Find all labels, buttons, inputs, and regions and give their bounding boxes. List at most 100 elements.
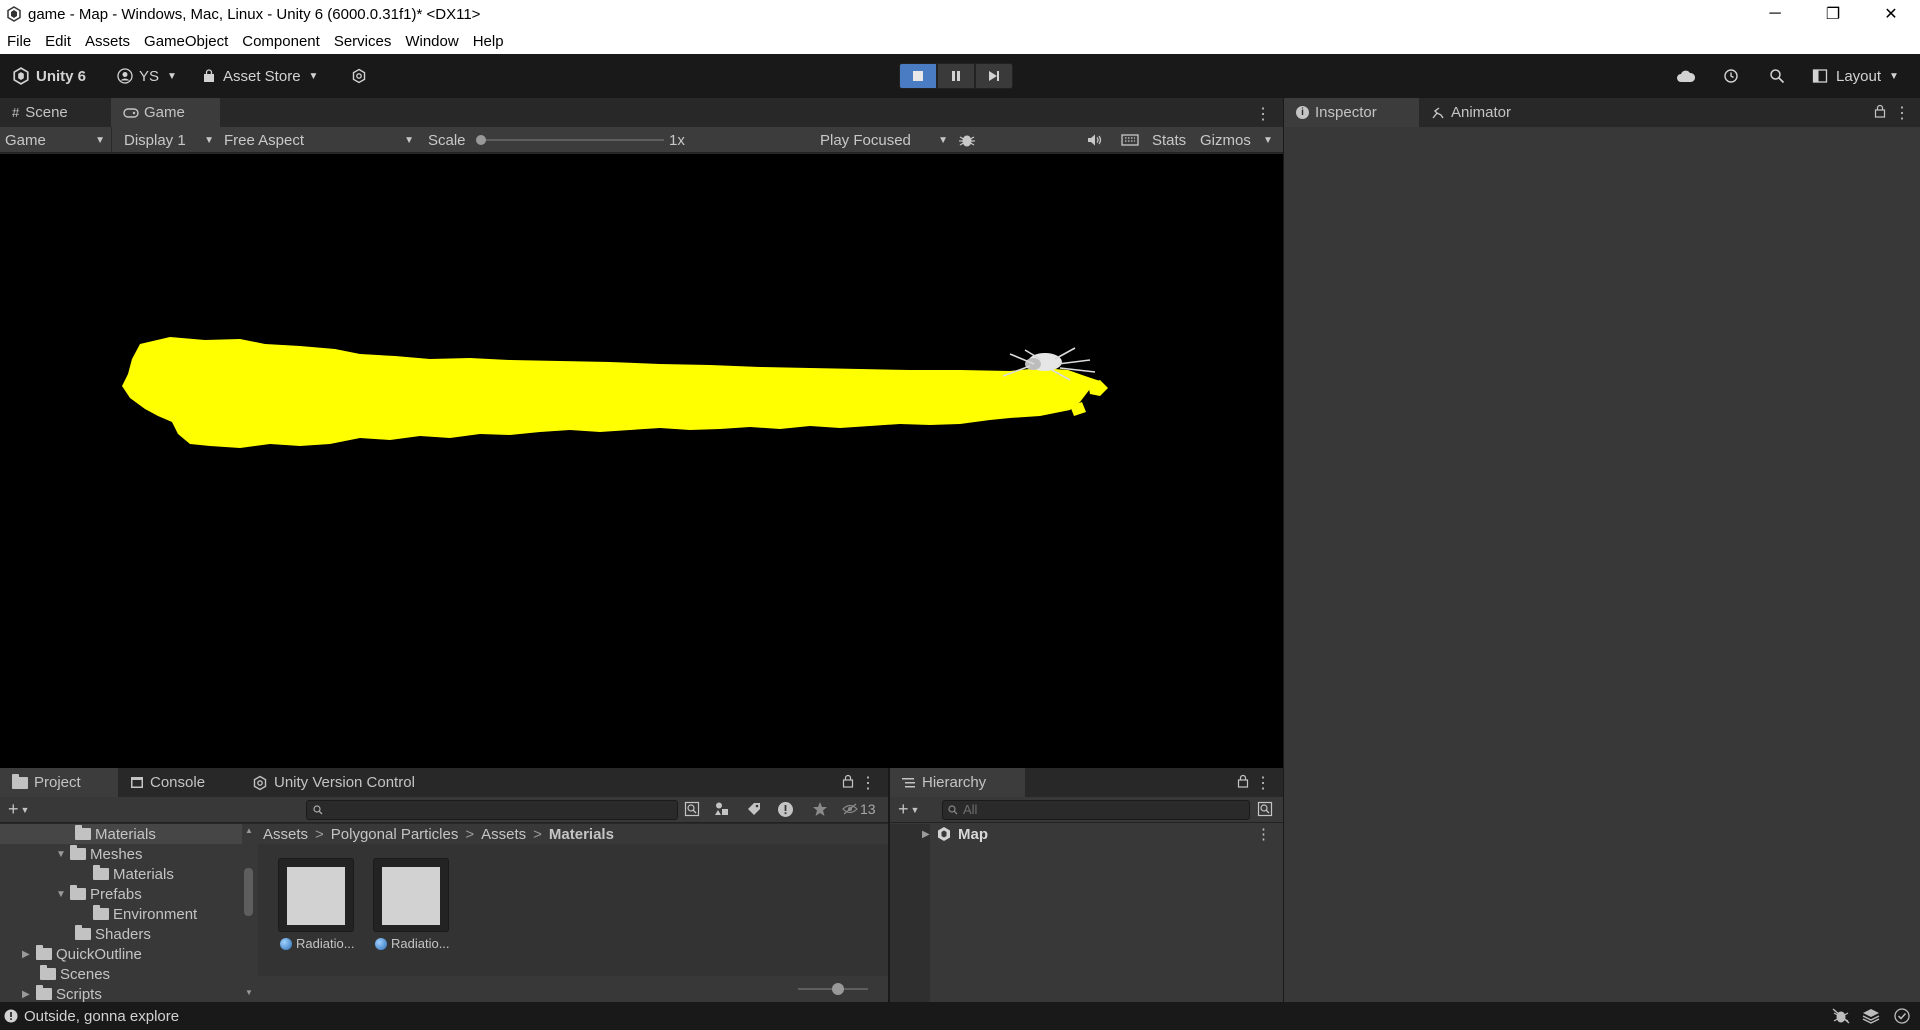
log-types-button[interactable] <box>777 801 794 822</box>
play-button[interactable] <box>899 63 937 89</box>
menu-window[interactable]: Window <box>405 33 458 50</box>
tab-hierarchy[interactable]: Hierarchy <box>890 768 1025 797</box>
asset-tile[interactable] <box>278 858 354 932</box>
tree-item[interactable]: Materials <box>0 824 242 844</box>
asset-tile[interactable] <box>373 858 449 932</box>
hierarchy-search-input[interactable]: All <box>942 800 1250 820</box>
shortcuts-button[interactable] <box>1121 127 1139 153</box>
lock-icon[interactable] <box>842 774 854 792</box>
cache-server-button[interactable] <box>1862 1008 1880 1028</box>
tree-item[interactable]: ▶ Scripts <box>0 984 102 1002</box>
panel-menu-icon[interactable]: ⋮ <box>860 773 876 793</box>
debug-button[interactable] <box>958 127 976 153</box>
menu-gameobject[interactable]: GameObject <box>144 33 228 50</box>
scene-row[interactable]: ▶ Map ⋮ <box>922 824 1283 844</box>
breadcrumb-item[interactable]: Assets <box>263 826 308 843</box>
tab-scene[interactable]: # Scene <box>0 98 111 127</box>
chevron-down-icon: ▼ <box>404 134 414 146</box>
panel-menu-icon[interactable]: ⋮ <box>1255 773 1271 793</box>
game-mode-dropdown[interactable]: Game ▼ <box>0 127 112 153</box>
tree-item-label: Environment <box>113 905 198 923</box>
menu-help[interactable]: Help <box>473 33 504 50</box>
tree-item[interactable]: ▼ Meshes <box>0 844 143 864</box>
tree-item[interactable]: ▼ Prefabs <box>0 884 142 904</box>
search-options-button[interactable] <box>1257 801 1273 821</box>
status-bar: Outside, gonna explore <box>0 1002 1920 1030</box>
tree-scrollbar[interactable]: ▲ ▼ <box>242 824 256 1002</box>
keyboard-icon <box>1121 134 1139 146</box>
tab-inspector[interactable]: i Inspector <box>1284 98 1419 127</box>
favorites-button[interactable] <box>812 801 828 821</box>
menu-edit[interactable]: Edit <box>45 33 71 50</box>
expand-arrow-icon[interactable]: ▼ <box>56 889 70 900</box>
search-button[interactable] <box>1769 64 1785 88</box>
hidden-packages-toggle[interactable]: 13 <box>842 801 876 817</box>
tree-item[interactable]: ▶ QuickOutline <box>0 944 142 964</box>
aspect-dropdown[interactable]: Free Aspect ▼ <box>220 127 420 153</box>
expand-arrow-icon[interactable]: ▼ <box>56 849 70 860</box>
breadcrumb-item[interactable]: Polygonal Particles <box>331 826 459 843</box>
lock-icon[interactable] <box>1874 104 1886 122</box>
tab-console[interactable]: Console <box>118 768 240 797</box>
status-message[interactable]: Outside, gonna explore <box>24 1008 179 1025</box>
panel-menu-icon[interactable]: ⋮ <box>1894 103 1910 123</box>
menu-file[interactable]: File <box>7 33 31 50</box>
close-button[interactable]: ✕ <box>1862 0 1920 28</box>
add-button[interactable]: + ▼ <box>8 799 29 820</box>
tree-item[interactable]: Environment <box>0 904 197 924</box>
tree-item[interactable]: Materials <box>0 864 174 884</box>
account-dropdown[interactable]: YS ▼ <box>117 64 177 88</box>
tree-item[interactable]: Shaders <box>0 924 151 944</box>
layout-icon <box>1812 69 1828 83</box>
menu-component[interactable]: Component <box>242 33 320 50</box>
display-dropdown[interactable]: Display 1 ▼ <box>118 127 218 153</box>
zoom-slider-thumb[interactable] <box>832 983 844 995</box>
pause-button[interactable] <box>937 63 975 89</box>
filter-by-label-button[interactable] <box>746 801 762 821</box>
version-control-button[interactable] <box>351 64 367 88</box>
tab-version-control[interactable]: Unity Version Control <box>240 768 440 797</box>
menu-assets[interactable]: Assets <box>85 33 130 50</box>
tab-project[interactable]: Project <box>0 768 118 797</box>
tree-item[interactable]: Scenes <box>0 964 110 984</box>
tab-game[interactable]: Game <box>111 98 220 127</box>
layout-dropdown[interactable]: Layout ▼ <box>1812 64 1899 88</box>
scale-slider-thumb[interactable] <box>476 135 486 145</box>
chevron-down-icon: ▼ <box>20 805 30 816</box>
undo-history-button[interactable] <box>1723 64 1739 88</box>
asset-store-dropdown[interactable]: Asset Store ▼ <box>202 64 318 88</box>
create-button[interactable]: + ▼ <box>898 799 919 820</box>
gizmos-button[interactable]: Gizmos <box>1200 127 1251 153</box>
panel-menu-icon[interactable]: ⋮ <box>1255 104 1271 124</box>
lock-icon[interactable] <box>1237 774 1249 792</box>
collapsed-arrow-icon[interactable]: ▶ <box>922 829 936 840</box>
breadcrumb-item[interactable]: Assets <box>481 826 526 843</box>
game-view[interactable] <box>0 154 1283 768</box>
collapsed-arrow-icon[interactable]: ▶ <box>22 949 36 960</box>
mute-audio-button[interactable] <box>1087 127 1103 153</box>
unity-logo-icon <box>7 6 21 22</box>
step-button[interactable] <box>975 63 1013 89</box>
stats-button[interactable]: Stats <box>1152 127 1186 153</box>
step-icon <box>989 71 999 81</box>
scroll-up-icon[interactable]: ▲ <box>245 826 253 835</box>
restore-button[interactable]: ❐ <box>1804 0 1862 28</box>
auto-generate-lighting-button[interactable] <box>1894 1008 1910 1028</box>
tab-animator[interactable]: Animator <box>1419 98 1539 127</box>
scene-menu-icon[interactable]: ⋮ <box>1256 825 1271 843</box>
menu-services[interactable]: Services <box>334 33 392 50</box>
play-mode-dropdown[interactable]: Play Focused ▼ <box>816 127 950 153</box>
filter-by-type-button[interactable] <box>714 801 730 821</box>
scroll-down-icon[interactable]: ▼ <box>245 988 253 997</box>
collapsed-arrow-icon[interactable]: ▶ <box>22 989 36 1000</box>
unity-account-button[interactable]: Unity 6 <box>12 64 86 88</box>
scale-slider[interactable] <box>474 127 664 153</box>
gizmos-dropdown[interactable]: ▼ <box>1263 127 1273 153</box>
search-by-type-button[interactable] <box>684 801 700 821</box>
cloud-button[interactable] <box>1676 64 1696 88</box>
minimize-button[interactable]: ─ <box>1746 0 1804 28</box>
breadcrumb-current[interactable]: Materials <box>549 826 614 843</box>
debug-mode-button[interactable] <box>1832 1008 1850 1028</box>
project-search-input[interactable] <box>306 800 678 820</box>
scrollbar-thumb[interactable] <box>244 868 253 916</box>
